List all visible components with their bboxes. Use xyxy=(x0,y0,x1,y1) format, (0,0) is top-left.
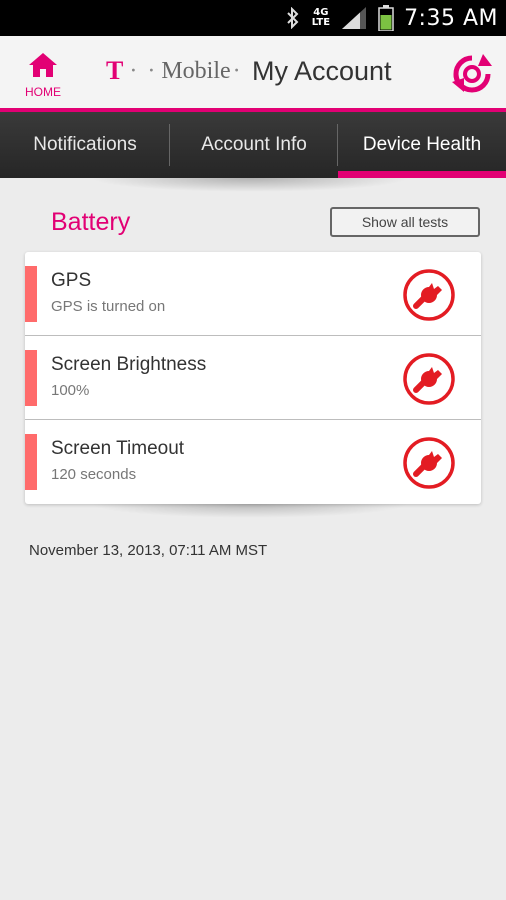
bluetooth-icon xyxy=(286,7,300,29)
list-shadow xyxy=(90,504,410,518)
signal-icon xyxy=(342,7,367,29)
status-bar: 4G LTE 7:35 AM xyxy=(0,0,506,36)
tab-device-health[interactable]: Device Health xyxy=(338,112,506,178)
section-title: Battery xyxy=(51,208,131,236)
fix-gps-button[interactable] xyxy=(402,268,456,322)
fix-screen-brightness-button[interactable] xyxy=(402,352,456,406)
tab-label: Account Info xyxy=(201,134,307,155)
test-name: Screen Timeout xyxy=(51,438,185,459)
test-list: GPS GPS is turned on Screen Brightness 1… xyxy=(25,252,481,504)
last-updated-timestamp: November 13, 2013, 07:11 AM MST xyxy=(29,542,268,559)
test-value: 100% xyxy=(51,382,90,399)
active-tab-indicator xyxy=(338,171,506,178)
network-sub-label: LTE xyxy=(311,17,331,28)
home-button[interactable]: HOME xyxy=(16,52,70,99)
test-name: Screen Brightness xyxy=(51,354,207,375)
tab-account-info[interactable]: Account Info xyxy=(170,112,338,178)
wrench-icon xyxy=(402,353,456,410)
tab-shadow xyxy=(90,178,410,192)
home-label: HOME xyxy=(25,85,61,99)
refresh-button[interactable] xyxy=(450,52,494,96)
show-all-tests-button[interactable]: Show all tests xyxy=(330,207,480,237)
test-name: GPS xyxy=(51,270,92,291)
status-time: 7:35 AM xyxy=(404,5,498,31)
test-value: 120 seconds xyxy=(51,466,137,483)
wrench-icon xyxy=(402,437,456,494)
tab-bar: Notifications Account Info Device Health xyxy=(0,112,506,178)
tab-label: Device Health xyxy=(362,134,482,155)
status-stripe xyxy=(25,350,37,406)
status-stripe xyxy=(25,434,37,490)
logo-t: T xyxy=(106,56,124,85)
logo-trail: · xyxy=(232,57,241,84)
test-row-screen-timeout[interactable]: Screen Timeout 120 seconds xyxy=(25,420,481,504)
page-title: My Account xyxy=(252,56,392,86)
wrench-icon xyxy=(402,269,456,326)
t-mobile-logo: T · · Mobile · xyxy=(106,56,241,86)
test-value: GPS is turned on xyxy=(51,298,166,315)
home-icon xyxy=(28,52,58,83)
tab-label: Notifications xyxy=(33,134,137,155)
network-type-icon: 4G LTE xyxy=(312,8,330,28)
logo-name: Mobile xyxy=(161,57,231,84)
refresh-icon xyxy=(450,54,494,100)
tab-notifications[interactable]: Notifications xyxy=(0,112,170,178)
battery-icon xyxy=(378,5,394,31)
status-stripe xyxy=(25,266,37,322)
test-row-screen-brightness[interactable]: Screen Brightness 100% xyxy=(25,336,481,420)
test-row-gps[interactable]: GPS GPS is turned on xyxy=(25,252,481,336)
logo-dots: · · xyxy=(129,57,158,84)
fix-screen-timeout-button[interactable] xyxy=(402,436,456,490)
